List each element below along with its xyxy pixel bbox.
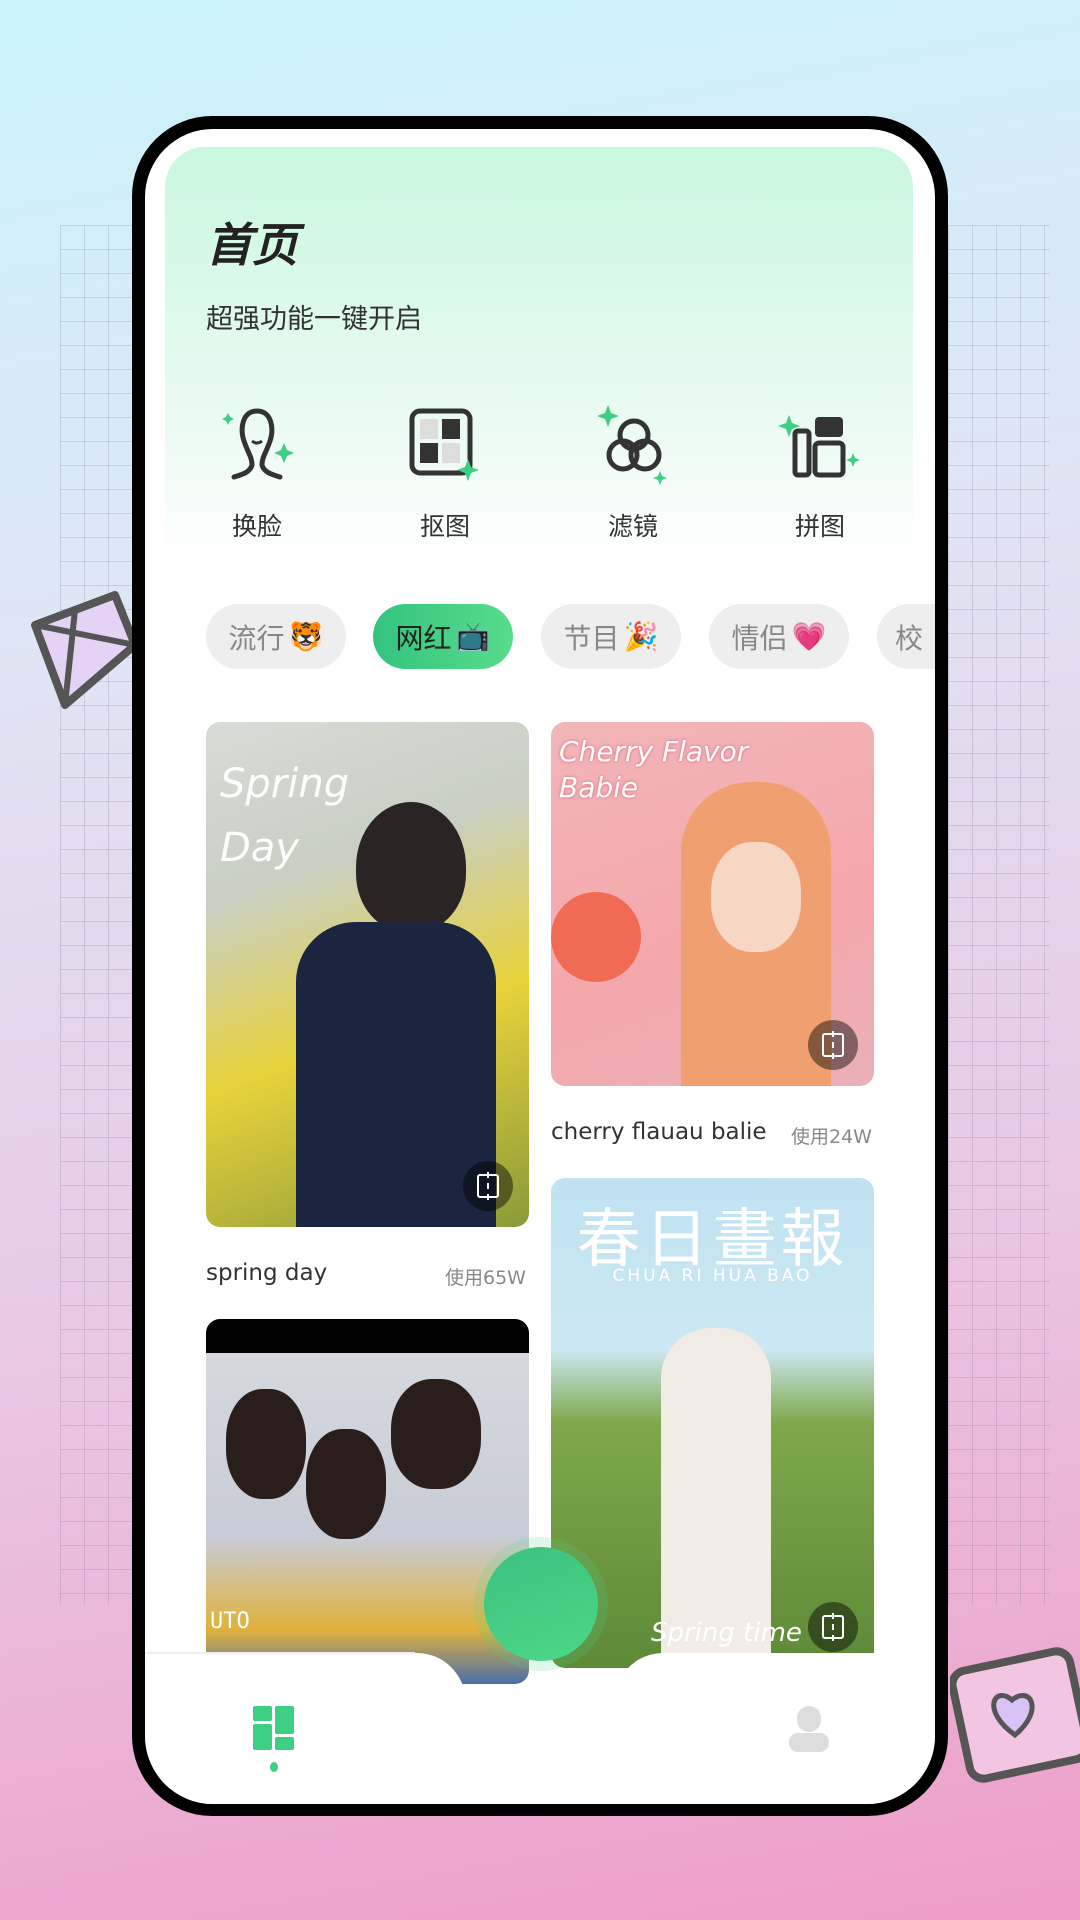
category-chip-popular[interactable]: 流行 🐯 [206, 604, 346, 669]
page-subtitle: 超强功能一键开启 [206, 304, 422, 335]
photo-figure [391, 1379, 481, 1489]
template-overlay-text: Spring Day [220, 761, 350, 871]
template-overlay-subtext: CHUA RI HUA BAO [612, 1266, 813, 1286]
collage-icon [778, 415, 860, 478]
photo-figure [356, 802, 466, 932]
create-fab-button[interactable] [484, 1547, 598, 1661]
home-grid-icon[interactable] [253, 1706, 295, 1776]
template-title: cherry flauau balie [551, 1119, 767, 1145]
tv-emoji-icon: 📺 [455, 620, 491, 653]
gem-decoration-icon [31, 591, 139, 709]
face-swap-icon [222, 408, 294, 480]
chip-label: 网红 [395, 621, 452, 655]
chip-label: 情侣 [731, 621, 788, 655]
template-title: spring day [206, 1260, 328, 1286]
heart-photo-decoration-icon [950, 1647, 1080, 1783]
template-card-spring-day[interactable]: Spring Day [206, 722, 529, 1227]
photo-grapefruit [551, 892, 641, 982]
feature-label: 拼图 [794, 512, 845, 541]
chip-label: 校 [895, 621, 924, 655]
cutout-icon [409, 408, 479, 481]
category-chip-festival[interactable]: 节目 🎉 [541, 604, 681, 669]
profile-icon[interactable] [789, 1706, 829, 1752]
template-card-spring-paper[interactable]: 春日畫報 CHUA RI HUA BAO Spring time [551, 1178, 874, 1668]
photo-figure [661, 1328, 771, 1668]
category-chip-influencer[interactable]: 网红 📺 [373, 604, 513, 669]
category-chip-couple[interactable]: 情侣 💗 [709, 604, 849, 669]
chip-label: 流行 [228, 621, 285, 655]
swap-face-icon[interactable] [463, 1161, 513, 1211]
swap-face-icon[interactable] [808, 1020, 858, 1070]
app-screen: 首页 超强功能一键开启 换脸 抠图 滤镜 拼图 流行 🐯 网红 📺 节目 🎉 情侣 💗 … [145, 129, 935, 1804]
party-emoji-icon: 🎉 [623, 620, 659, 653]
template-card-cherry[interactable]: Cherry Flavor Babie [551, 722, 874, 1086]
template-uses: 使用65W [445, 1267, 526, 1289]
feature-cutout[interactable]: 抠图 [370, 399, 520, 543]
template-overlay-text: Cherry Flavor Babie [559, 735, 749, 805]
photo-figure [306, 1429, 386, 1539]
feature-label: 换脸 [231, 512, 282, 541]
chip-label: 节目 [563, 621, 620, 655]
photo-face [711, 842, 801, 952]
template-uses: 使用24W [791, 1126, 872, 1148]
heart-emoji-icon: 💗 [791, 620, 827, 653]
filter-icon [597, 405, 667, 485]
photo-figure [226, 1389, 306, 1499]
feature-label: 抠图 [419, 512, 470, 541]
category-chip-campus[interactable]: 校 [877, 604, 935, 669]
feature-face-swap[interactable]: 换脸 [182, 399, 332, 543]
feature-filter[interactable]: 滤镜 [558, 399, 708, 543]
tiger-emoji-icon: 🐯 [288, 620, 324, 653]
feature-collage[interactable]: 拼图 [745, 399, 895, 543]
page-title: 首页 [206, 218, 298, 272]
feature-label: 滤镜 [607, 512, 658, 541]
